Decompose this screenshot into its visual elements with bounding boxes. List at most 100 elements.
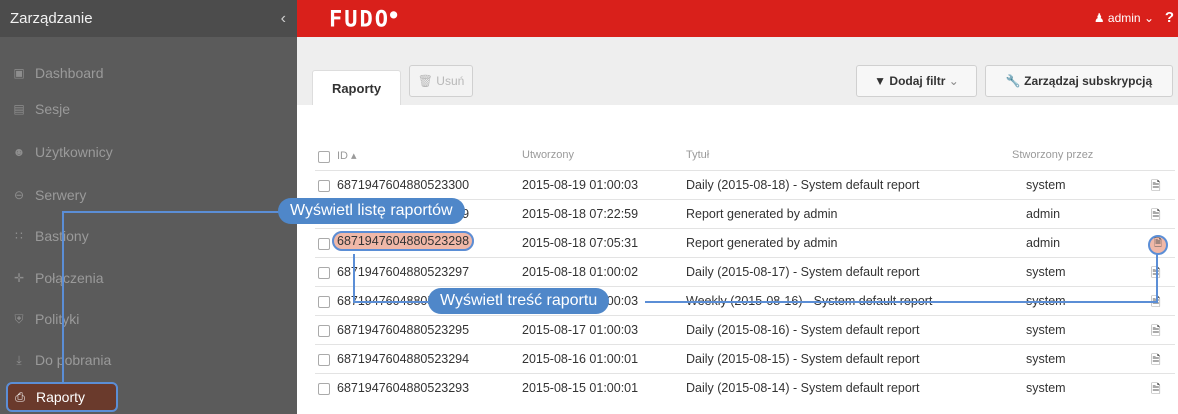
view-report-icon[interactable]: 🗎	[1151, 206, 1161, 227]
wrench-icon: 🔧	[1005, 74, 1021, 88]
report-title: Daily (2015-08-18) - System default repo…	[686, 178, 920, 192]
shield-icon: ⛨	[14, 311, 24, 326]
film-icon: ▤	[13, 102, 25, 116]
report-created: 2015-08-19 01:00:03	[522, 178, 639, 192]
callout-line	[353, 254, 355, 302]
report-id[interactable]: 6871947604880523300	[337, 178, 469, 192]
user-name: admin	[1107, 11, 1141, 25]
sidebar-item-label: Polityki	[35, 311, 80, 327]
callout-view-report: Wyświetl treść raportu	[428, 288, 610, 314]
table-row[interactable]: 6871947604880523297 2015-08-18 01:00:02 …	[315, 257, 1175, 287]
dashboard-icon: ▣	[13, 66, 25, 80]
connections-icon: ✛	[13, 271, 25, 285]
table-row[interactable]: 6871947604880523293 2015-08-15 01:00:01 …	[315, 373, 1175, 403]
report-title: Daily (2015-08-15) - System default repo…	[686, 352, 920, 366]
report-title: Report generated by admin	[686, 236, 838, 250]
sidebar-item-raporty[interactable]: ⎙ Raporty	[6, 382, 118, 412]
print-icon: ⎙	[15, 389, 25, 404]
sidebar-item-label: Dashboard	[35, 65, 104, 81]
callout-line	[62, 211, 280, 213]
chevron-down-icon: ⌄	[948, 74, 959, 88]
tab-raporty[interactable]: Raporty	[312, 70, 401, 105]
sidebar-item-label: Użytkownicy	[35, 144, 113, 160]
view-report-icon[interactable]: 🗎	[1151, 322, 1161, 343]
table-row[interactable]: 6871947604880523294 2015-08-16 01:00:01 …	[315, 344, 1175, 374]
table-row[interactable]: 6871947604880523300 2015-08-19 01:00:03 …	[315, 170, 1175, 200]
sidebar-title: Zarządzanie	[10, 10, 93, 27]
sidebar-item-do-pobrania[interactable]: ⤓ Do pobrania	[0, 340, 297, 380]
view-report-icon[interactable]: 🗎	[1151, 380, 1161, 401]
report-created-by: system	[1026, 323, 1066, 337]
sidebar-item-serwery[interactable]: ⊖ Serwery	[0, 175, 297, 215]
report-id[interactable]: 6871947604880523298	[332, 231, 475, 251]
row-checkbox[interactable]	[318, 354, 330, 366]
report-created: 2015-08-15 01:00:01	[522, 381, 639, 395]
view-report-icon[interactable]: 🗎	[1151, 177, 1161, 198]
server-icon: ⊖	[13, 188, 25, 202]
report-created: 2015-08-17 01:00:03	[522, 323, 639, 337]
row-checkbox[interactable]	[318, 180, 330, 192]
view-report-icon[interactable]: 🗎	[1151, 351, 1161, 372]
report-created: 2015-08-18 07:05:31	[522, 236, 639, 250]
select-all-checkbox[interactable]	[318, 151, 330, 163]
sidebar-item-label: Raporty	[36, 389, 86, 405]
sidebar-item-polaczenia[interactable]: ✛ Połączenia	[0, 258, 297, 298]
tab-bar: Raporty 🗑 Usuń ▼ Dodaj filtr ⌄ 🔧 Zarządz…	[297, 37, 1178, 105]
report-created: 2015-08-18 01:00:02	[522, 265, 639, 279]
report-id[interactable]: 6871947604880523294	[337, 352, 469, 366]
row-checkbox[interactable]	[318, 296, 330, 308]
callout-line	[62, 211, 64, 383]
sidebar: Zarządzanie ‹ ▣ Dashboard ▤ Sesje ☻ Użyt…	[0, 0, 297, 414]
header-id[interactable]: ID ▴	[337, 149, 357, 162]
row-checkbox[interactable]	[318, 325, 330, 337]
sidebar-item-polityki[interactable]: ⛨ Polityki	[0, 299, 297, 339]
sidebar-item-dashboard[interactable]: ▣ Dashboard	[0, 53, 297, 93]
manage-subscription-button[interactable]: 🔧 Zarządzaj subskrypcją	[985, 65, 1173, 97]
row-checkbox[interactable]	[318, 383, 330, 395]
sidebar-item-label: Do pobrania	[35, 352, 112, 368]
top-bar: FUDO● ♟ admin ⌄ ?	[297, 0, 1178, 37]
report-created-by: admin	[1026, 236, 1061, 250]
row-checkbox[interactable]	[318, 267, 330, 279]
table-row[interactable]: 6871947604880523295 2015-08-17 01:00:03 …	[315, 315, 1175, 345]
sidebar-item-label: Sesje	[35, 101, 71, 117]
chevron-left-icon[interactable]: ‹	[281, 10, 286, 28]
user-menu[interactable]: ♟ admin ⌄	[1094, 11, 1154, 25]
report-title: Daily (2015-08-16) - System default repo…	[686, 323, 920, 337]
report-created-by: system	[1026, 178, 1066, 192]
add-filter-button[interactable]: ▼ Dodaj filtr ⌄	[856, 65, 977, 97]
row-checkbox[interactable]	[318, 238, 330, 250]
bastion-icon: ∷	[15, 229, 23, 243]
callout-list-reports: Wyświetl listę raportów	[278, 198, 465, 224]
header-created[interactable]: Utworzony	[522, 149, 574, 161]
filter-icon: ▼	[874, 74, 887, 88]
report-created-by: system	[1026, 381, 1066, 395]
header-created-by[interactable]: Stworzony przez	[1012, 149, 1093, 161]
report-created-by: system	[1026, 265, 1066, 279]
delete-button[interactable]: 🗑 Usuń	[409, 65, 473, 97]
download-icon: ⤓	[16, 352, 22, 367]
sidebar-item-label: Serwery	[35, 187, 87, 203]
trash-icon: 🗑	[417, 74, 433, 88]
report-created: 2015-08-16 01:00:01	[522, 352, 639, 366]
sidebar-item-bastiony[interactable]: ∷ Bastiony	[0, 216, 297, 256]
report-created-by: system	[1026, 352, 1066, 366]
sidebar-item-uzytkownicy[interactable]: ☻ Użytkownicy	[0, 132, 297, 172]
callout-line	[1156, 254, 1158, 303]
report-id[interactable]: 6871947604880523295	[337, 323, 469, 337]
report-id[interactable]: 6871947604880523293	[337, 381, 469, 395]
help-icon[interactable]: ?	[1165, 9, 1174, 26]
table-header: ID ▴ Utworzony Tytuł Stworzony przez	[315, 142, 1175, 170]
header-title[interactable]: Tytuł	[686, 149, 709, 161]
table-row[interactable]: 6871947604880523298 2015-08-18 07:05:31 …	[315, 228, 1175, 258]
sidebar-header: Zarządzanie ‹	[0, 0, 297, 37]
report-id[interactable]: 6871947604880523297	[337, 265, 469, 279]
sidebar-item-label: Połączenia	[35, 270, 104, 286]
report-title: Daily (2015-08-14) - System default repo…	[686, 381, 920, 395]
report-created-by: admin	[1026, 207, 1061, 221]
sidebar-item-sesje[interactable]: ▤ Sesje	[0, 89, 297, 129]
report-title: Report generated by admin	[686, 207, 838, 221]
users-icon: ☻	[12, 145, 26, 159]
view-report-icon[interactable]: 🗎	[1148, 234, 1168, 255]
callout-line	[645, 301, 1157, 303]
